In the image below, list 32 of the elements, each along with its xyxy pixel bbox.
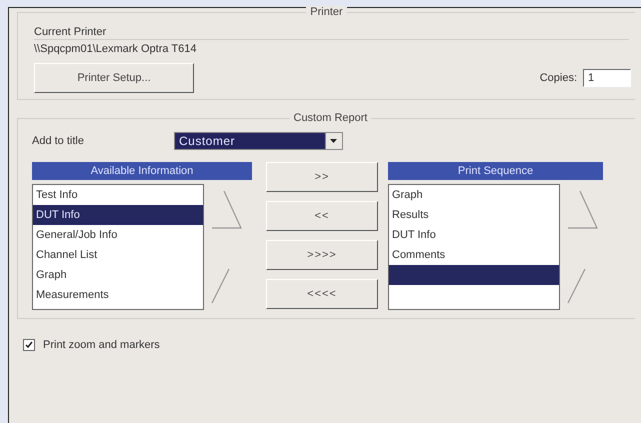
list-box[interactable]: Test Info DUT Info General/Job Info Channel List Graph Measurements — [32, 184, 204, 310]
list-item[interactable]: Measurements — [33, 285, 203, 305]
printer-path: \\Spqcpm01\Lexmark Optra T614 — [34, 42, 198, 57]
list-item[interactable]: DUT Info — [33, 205, 203, 225]
list-item[interactable]: Graph — [33, 265, 203, 285]
list-item[interactable]: Graph — [389, 185, 559, 205]
caret-icon — [330, 139, 338, 143]
list-box[interactable]: Graph Results DUT Info Comments — [388, 184, 560, 310]
list-item[interactable]: General/Job Info — [33, 225, 203, 245]
group-title: Custom Report — [290, 112, 372, 124]
list-header: Available Information — [32, 162, 252, 180]
list-item[interactable]: Results — [389, 205, 559, 225]
checkbox[interactable] — [23, 339, 35, 351]
title-dropdown[interactable]: Customer — [174, 132, 343, 150]
list-item[interactable]: Test Info — [33, 185, 203, 205]
list-item[interactable]: Comments — [389, 245, 559, 265]
list-header: Print Sequence — [388, 162, 603, 180]
add-to-title-label: Add to title — [32, 135, 84, 147]
list-item[interactable]: DUT Info — [389, 225, 559, 245]
move-button[interactable]: << — [266, 201, 378, 231]
printer-setup-button[interactable]: Printer Setup... — [34, 63, 194, 93]
slash-icon[interactable] — [210, 268, 230, 304]
move-button[interactable]: >>>> — [266, 240, 378, 270]
move-button[interactable]: >> — [266, 162, 378, 192]
current-printer-label: Current Printer — [34, 22, 629, 40]
checkbox-label[interactable]: Print zoom and markers — [43, 339, 160, 351]
list-item[interactable]: Channel List — [33, 245, 203, 265]
move-button[interactable]: <<<< — [266, 279, 378, 309]
copies-field[interactable]: 1 — [583, 69, 631, 87]
group-title: Printer — [306, 6, 347, 18]
slash-icon[interactable] — [566, 268, 586, 304]
copies-label: Copies: — [540, 72, 577, 84]
